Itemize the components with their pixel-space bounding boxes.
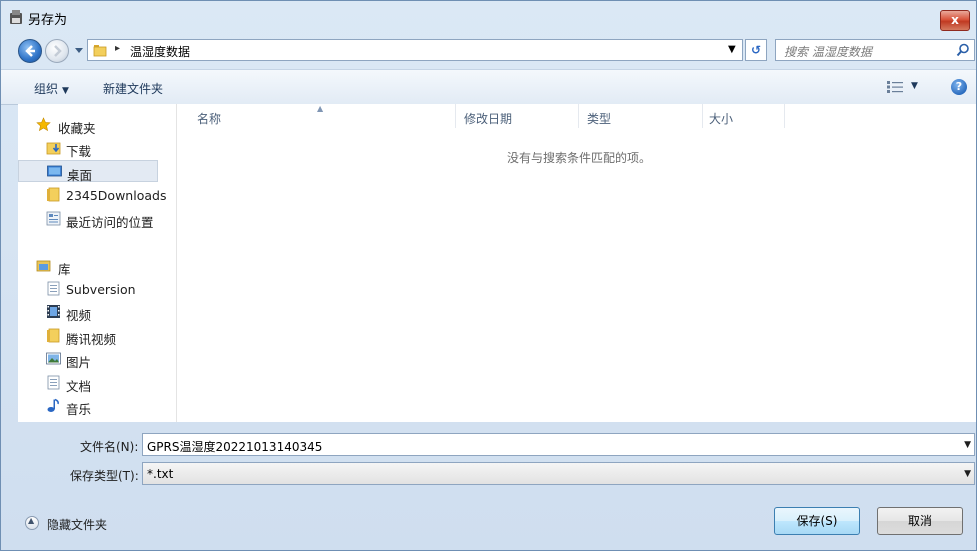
file-list[interactable]: 名称 ▲ 修改日期 类型 大小 没有与搜索条件匹配的项。 (177, 104, 976, 422)
star-icon (36, 117, 51, 132)
chevron-down-icon[interactable]: ▼ (964, 469, 971, 479)
sidebar-item-tencent-video[interactable]: 腾讯视频 (18, 325, 158, 347)
empty-results-message: 没有与搜索条件匹配的项。 (507, 151, 652, 165)
filename-label: 文件名(N): (80, 440, 139, 454)
sidebar-item-label: 视频 (66, 308, 92, 323)
document-icon (47, 375, 60, 390)
folder-icon (47, 328, 60, 343)
save-button[interactable]: 保存(S) (774, 507, 860, 535)
download-folder-icon (46, 142, 61, 155)
address-bar[interactable]: ▸ 温湿度数据 ▼ (87, 39, 743, 61)
filename-value: GPRS温湿度20221013140345 (147, 440, 323, 454)
column-header-label: 类型 (587, 112, 612, 126)
sidebar-item-label: 库 (58, 262, 71, 277)
sort-ascending-icon: ▲ (317, 104, 324, 113)
save-disk-icon (10, 10, 22, 24)
filename-field[interactable]: GPRS温湿度20221013140345 ▼ (142, 433, 975, 456)
cancel-button[interactable]: 取消 (877, 507, 963, 535)
desktop-icon (47, 165, 62, 177)
column-header-label: 大小 (709, 112, 734, 126)
chevron-down-icon: ▼ (62, 86, 69, 96)
sidebar-item-label: 腾讯视频 (66, 332, 117, 347)
forward-button[interactable] (45, 39, 69, 63)
column-header-label: 修改日期 (464, 112, 513, 126)
column-header-name[interactable]: 名称 ▲ (177, 104, 456, 128)
refresh-button[interactable]: ↺ (745, 39, 767, 61)
search-placeholder: 搜索 温湿度数据 (784, 45, 872, 59)
search-input[interactable]: 搜索 温湿度数据 (775, 39, 975, 61)
sidebar-item-label: 收藏夹 (58, 121, 96, 136)
filetype-select[interactable]: *.txt ▼ (142, 462, 975, 485)
sidebar-item-2345downloads[interactable]: 2345Downloads (18, 184, 166, 206)
music-icon (47, 398, 59, 412)
sidebar-item-label: 图片 (66, 355, 92, 370)
refresh-icon: ↺ (750, 43, 762, 57)
sidebar-item-documents[interactable]: 文档 (18, 372, 158, 394)
view-options-icon[interactable] (887, 81, 903, 93)
navigation-pane: 收藏夹 下载 桌面 2345Downloads 最近访问的位置 库 Subver… (18, 104, 194, 422)
arrow-right-icon (54, 45, 62, 57)
filetype-label: 保存类型(T): (70, 469, 139, 483)
sidebar-item-label: Subversion (66, 282, 136, 297)
video-icon (47, 305, 60, 318)
title-bar: 另存为 x (1, 1, 976, 33)
arrow-left-icon (25, 45, 35, 57)
sidebar-item-videos[interactable]: 视频 (18, 301, 158, 323)
column-header-date-modified[interactable]: 修改日期 (456, 104, 579, 128)
folder-icon (47, 187, 60, 202)
address-dropdown-icon[interactable]: ▼ (728, 44, 736, 55)
organize-label: 组织 (34, 82, 59, 96)
help-icon[interactable]: ? (951, 79, 967, 95)
document-icon (47, 281, 60, 296)
sidebar-item-recent-places[interactable]: 最近访问的位置 (18, 208, 158, 230)
history-dropdown-icon[interactable] (74, 45, 84, 55)
back-button[interactable] (18, 39, 42, 63)
library-icon (36, 260, 51, 272)
breadcrumb-separator-icon[interactable]: ▸ (115, 43, 120, 54)
sidebar-item-desktop[interactable]: 桌面 (18, 160, 158, 183)
sidebar-item-label: 最近访问的位置 (66, 215, 154, 230)
sidebar-item-label: 桌面 (67, 168, 93, 183)
breadcrumb-current-folder[interactable]: 温湿度数据 (130, 43, 190, 60)
search-icon[interactable] (956, 43, 970, 57)
new-folder-button[interactable]: 新建文件夹 (103, 80, 163, 97)
organize-menu-button[interactable]: 组织 ▼ (34, 80, 69, 97)
recent-places-icon (46, 211, 61, 226)
sidebar-item-downloads[interactable]: 下载 (18, 137, 158, 159)
view-dropdown-icon[interactable]: ▼ (911, 81, 918, 91)
picture-icon (46, 352, 61, 365)
collapse-up-icon: ▲ (25, 516, 39, 530)
save-as-dialog: 另存为 x ▸ 温湿度数据 ▼ ↺ 搜索 温湿度数据 组织 ▼ 新建文件夹 ▼ … (0, 0, 977, 551)
column-header-type[interactable]: 类型 (579, 104, 703, 128)
sidebar-item-subversion[interactable]: Subversion (18, 278, 158, 300)
column-header-size[interactable]: 大小 (703, 104, 785, 128)
filetype-value: *.txt (147, 467, 174, 481)
sidebar-item-label: 2345Downloads (66, 188, 167, 203)
hide-folders-label: 隐藏文件夹 (47, 518, 108, 532)
chevron-down-icon[interactable]: ▼ (964, 440, 971, 450)
window-title: 另存为 (28, 13, 68, 28)
column-header-label: 名称 (197, 112, 222, 126)
sidebar-item-pictures[interactable]: 图片 (18, 348, 158, 370)
command-toolbar: 组织 ▼ 新建文件夹 ▼ ? (1, 69, 976, 105)
sidebar-item-label: 文档 (66, 379, 92, 394)
sidebar-item-label: 音乐 (66, 402, 92, 417)
folder-icon (93, 45, 107, 57)
navigation-bar: ▸ 温湿度数据 ▼ ↺ 搜索 温湿度数据 (1, 37, 976, 63)
sidebar-item-libraries[interactable]: 库 (18, 255, 158, 277)
close-button[interactable]: x (940, 10, 970, 31)
sidebar-item-favorites[interactable]: 收藏夹 (18, 114, 158, 136)
sidebar-item-music[interactable]: 音乐 (18, 395, 158, 417)
sidebar-item-label: 下载 (66, 144, 92, 159)
